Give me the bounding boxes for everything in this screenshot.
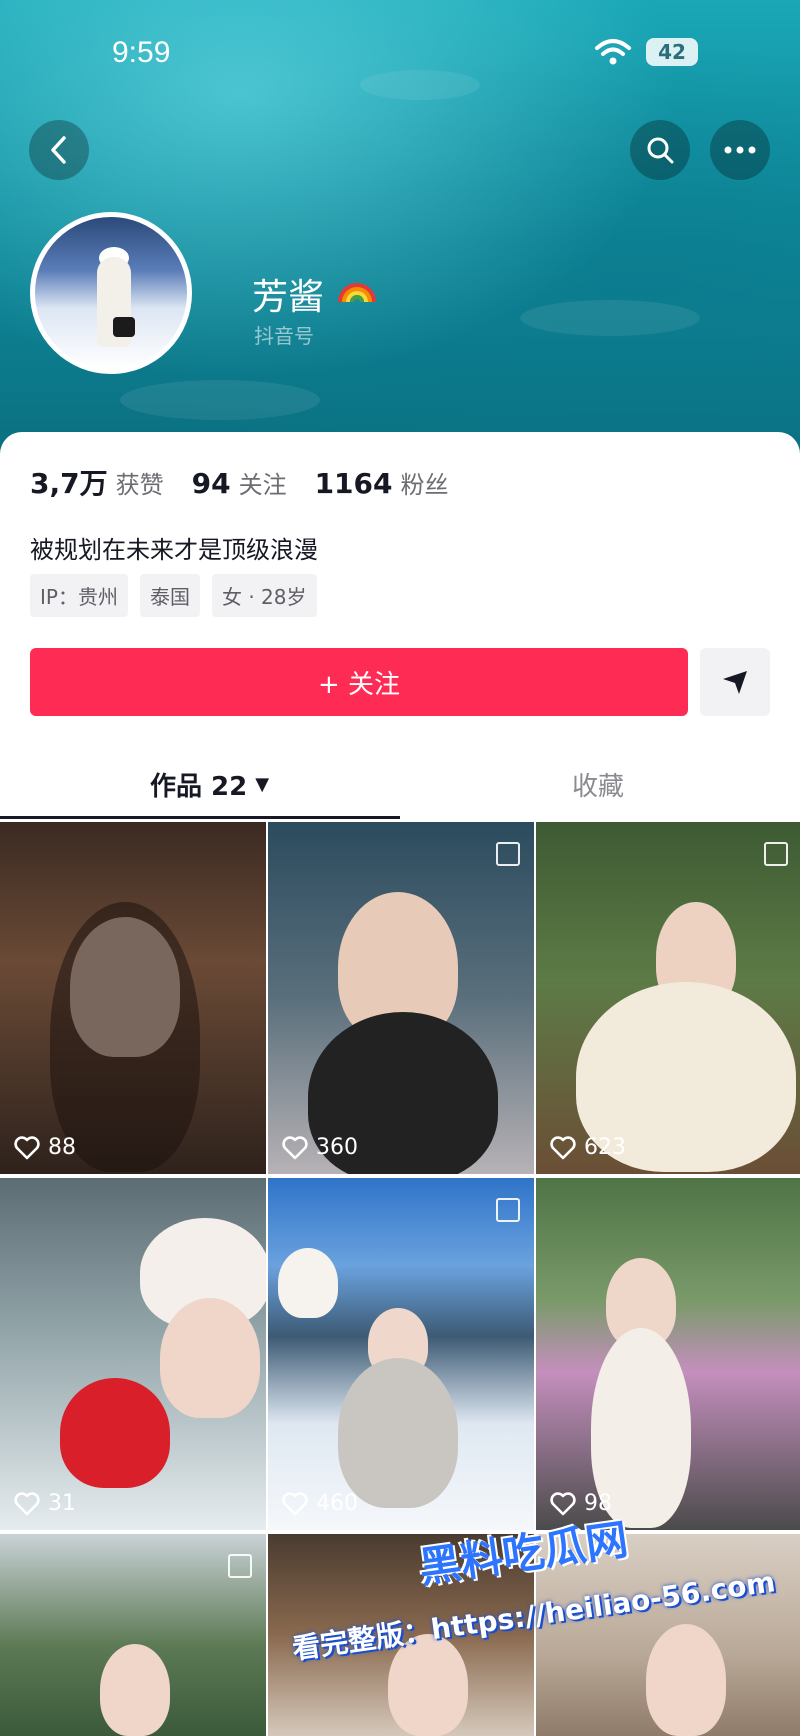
- watermark: 黑料吃瓜网 看完整版：https://heiliao-56.com: [290, 1515, 790, 1730]
- post-likes-count: 360: [316, 1135, 358, 1160]
- heart-icon: [550, 1135, 576, 1159]
- follow-button[interactable]: + 关注: [30, 648, 688, 716]
- heart-icon: [14, 1491, 40, 1515]
- following-count[interactable]: 94: [192, 467, 231, 500]
- avatar[interactable]: [30, 212, 192, 374]
- back-button[interactable]: [29, 120, 89, 180]
- post-subject-glove: [278, 1248, 338, 1318]
- post-subject-body: [338, 1358, 458, 1508]
- tag-ip: IP：贵州: [30, 574, 128, 617]
- caret-down-icon: ▼: [255, 773, 270, 795]
- watermark-title: 黑料吃瓜网: [416, 1514, 631, 1593]
- post-thumbnail[interactable]: 623: [536, 822, 800, 1174]
- tab-works[interactable]: 作品 22 ▼: [150, 750, 269, 818]
- back-icon: [51, 136, 66, 164]
- followers-count[interactable]: 1164: [315, 467, 393, 500]
- pin-icon: [496, 842, 520, 866]
- following-label[interactable]: 关注: [239, 465, 287, 500]
- water-highlight: [120, 380, 320, 420]
- post-likes-count: 623: [584, 1135, 626, 1160]
- battery-indicator: 42: [646, 38, 698, 66]
- post-thumbnail[interactable]: 460: [268, 1178, 534, 1530]
- heart-icon: [14, 1135, 40, 1159]
- post-subject-hair: [50, 902, 200, 1172]
- active-tab-indicator: [0, 816, 400, 819]
- post-likes: 360: [282, 1135, 358, 1160]
- pin-icon: [764, 842, 788, 866]
- pin-icon: [496, 1198, 520, 1222]
- share-icon: [723, 671, 747, 694]
- profile-stats: 3,7万 获赞 94 关注 1164 粉丝: [30, 462, 477, 502]
- post-thumbnail[interactable]: 31: [0, 1178, 266, 1530]
- post-likes: 88: [14, 1135, 76, 1160]
- more-icon: [724, 146, 756, 154]
- status-time: 9:59: [112, 36, 171, 69]
- heart-icon: [282, 1491, 308, 1515]
- search-button[interactable]: [630, 120, 690, 180]
- post-subject: [160, 1298, 260, 1418]
- tag-location: 泰国: [139, 574, 200, 617]
- profile-id-label: 抖音号: [254, 324, 314, 348]
- more-button[interactable]: [710, 120, 770, 180]
- post-likes: 460: [282, 1491, 358, 1516]
- profile-bio: 被规划在未来才是顶级浪漫: [30, 536, 318, 564]
- post-thumbnail[interactable]: 98: [536, 1178, 800, 1530]
- post-subject: [100, 1644, 170, 1736]
- tab-works-label: 作品 22: [150, 771, 248, 802]
- water-highlight: [360, 70, 480, 100]
- water-highlight: [520, 300, 700, 336]
- likes-count: 3,7万: [30, 467, 108, 500]
- heart-icon: [282, 1135, 308, 1159]
- post-likes: 31: [14, 1491, 76, 1516]
- pin-icon: [228, 1554, 252, 1578]
- post-likes-count: 88: [48, 1135, 76, 1160]
- post-thumbnail[interactable]: 360: [268, 822, 534, 1174]
- followers-label[interactable]: 粉丝: [401, 465, 449, 500]
- post-likes-count: 460: [316, 1491, 358, 1516]
- rainbow-icon: [338, 283, 376, 303]
- likes-label: 获赞: [115, 471, 164, 499]
- tab-favorites[interactable]: 收藏: [572, 750, 624, 818]
- post-likes: 623: [550, 1135, 626, 1160]
- tag-gender-age: 女 · 28岁: [211, 574, 317, 617]
- post-thumbnail[interactable]: 88: [0, 822, 266, 1174]
- post-thumbnail[interactable]: [0, 1534, 266, 1736]
- profile-name: 芳酱: [252, 277, 325, 318]
- share-button[interactable]: [700, 648, 770, 716]
- post-subject-glove: [60, 1378, 170, 1488]
- wifi-icon: [595, 39, 631, 65]
- avatar-figure-bag: [113, 317, 135, 337]
- post-likes-count: 31: [48, 1491, 76, 1516]
- profile-tags: IP：贵州 泰国 女 · 28岁: [30, 574, 317, 617]
- content-tabs: 作品 22 ▼ 收藏: [0, 750, 800, 818]
- search-icon: [647, 137, 674, 164]
